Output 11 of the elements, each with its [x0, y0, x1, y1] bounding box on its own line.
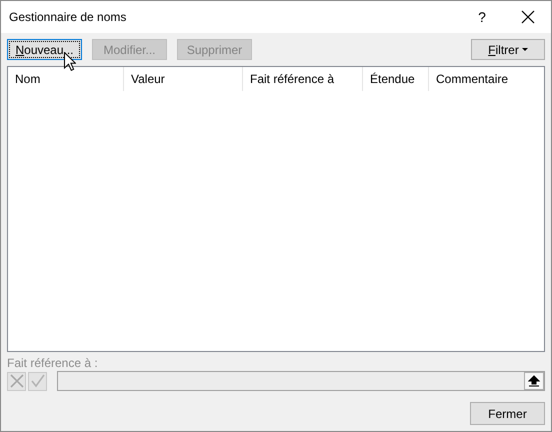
- names-list[interactable]: Nom Valeur Fait référence à Étendue Commentaire: [7, 66, 545, 352]
- column-header[interactable]: Fait référence à: [243, 67, 363, 91]
- column-header[interactable]: Valeur: [124, 67, 243, 91]
- close-dialog-button[interactable]: Fermer: [470, 402, 545, 425]
- filter-button[interactable]: Filtrer: [471, 39, 545, 60]
- column-header[interactable]: Étendue: [363, 67, 429, 91]
- column-header[interactable]: Nom: [8, 67, 124, 91]
- help-button[interactable]: ?: [459, 1, 505, 33]
- field-label: Fait référence à :: [7, 356, 99, 370]
- window-title: Gestionnaire de noms: [9, 10, 126, 24]
- column-header[interactable]: Commentaire: [429, 67, 544, 91]
